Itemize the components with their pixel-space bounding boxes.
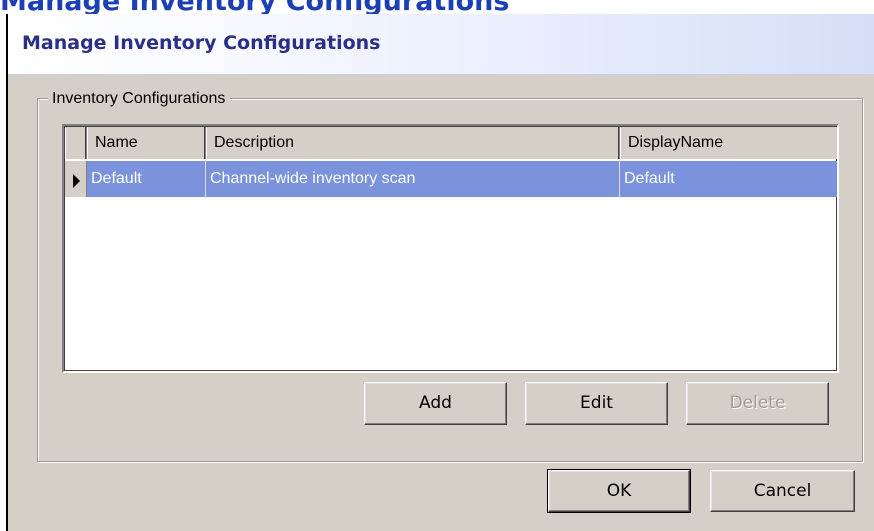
current-row-arrow-icon [73, 174, 80, 188]
add-button[interactable]: Add [364, 382, 507, 425]
row-header-corner [65, 127, 87, 159]
dialog-title: Manage Inventory Configurations [22, 32, 381, 54]
screenshot-page: Manage Inventory Configurations Manage I… [0, 0, 874, 531]
cell-name[interactable]: Default [87, 161, 206, 197]
column-header-name[interactable]: Name [87, 127, 206, 159]
row-selector[interactable] [65, 161, 87, 197]
ok-button[interactable]: OK [547, 469, 691, 513]
edit-button[interactable]: Edit [525, 382, 668, 425]
cell-description[interactable]: Channel-wide inventory scan [206, 161, 620, 197]
grid-header-row: Name Description DisplayName [65, 127, 837, 159]
inventory-configurations-grid[interactable]: Name Description DisplayName Default Cha… [62, 124, 839, 373]
column-header-description[interactable]: Description [206, 127, 620, 159]
manage-inventory-configurations-dialog: Manage Inventory Configurations Inventor… [6, 14, 874, 531]
cancel-button[interactable]: Cancel [710, 470, 855, 512]
table-row[interactable]: Default Channel-wide inventory scan Defa… [65, 161, 837, 197]
grid-body: Name Description DisplayName Default Cha… [65, 127, 837, 370]
groupbox-label: Inventory Configurations [48, 89, 231, 109]
delete-button[interactable]: Delete [686, 382, 829, 425]
column-header-displayname[interactable]: DisplayName [620, 127, 837, 159]
dialog-title-bar[interactable]: Manage Inventory Configurations [8, 14, 874, 75]
cell-displayname[interactable]: Default [620, 161, 837, 197]
